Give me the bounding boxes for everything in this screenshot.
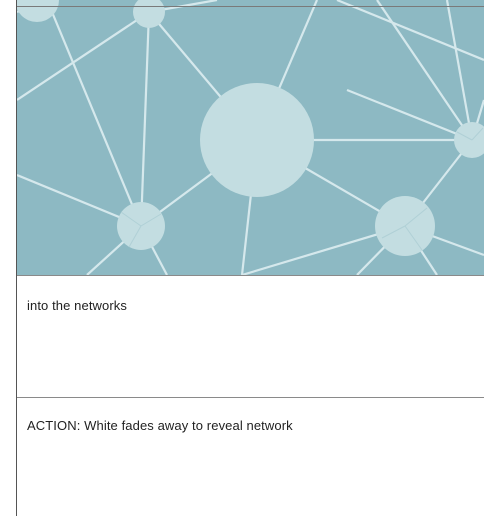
row-divider-2 xyxy=(17,397,484,398)
action-text: ACTION: White fades away to reveal netwo… xyxy=(27,418,293,433)
storyboard-frame: into the networks ACTION: White fades aw… xyxy=(16,0,484,516)
row-divider-1 xyxy=(17,275,484,276)
network-graphic xyxy=(17,0,484,275)
top-border xyxy=(17,6,484,7)
network-node-center xyxy=(200,83,314,197)
narration-text: into the networks xyxy=(27,298,127,313)
network-illustration xyxy=(17,0,484,275)
